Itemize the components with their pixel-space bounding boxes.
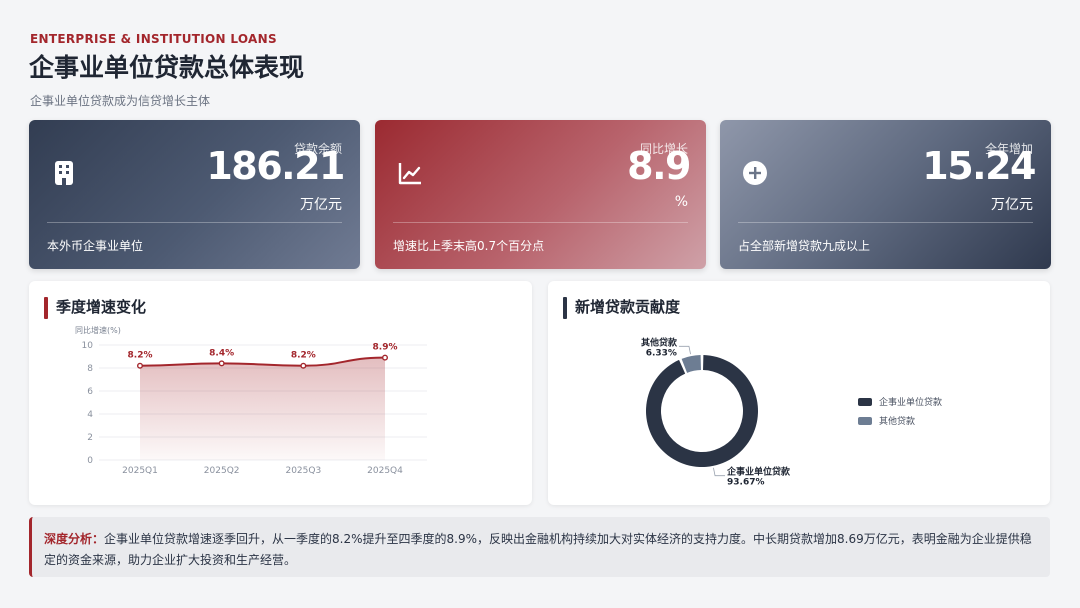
x-tick-label: 2025Q3 [285, 466, 321, 476]
data-point [382, 354, 389, 361]
plus-circle-icon [743, 161, 767, 185]
x-tick-label: 2025Q4 [367, 466, 403, 476]
x-tick-label: 2025Q1 [122, 466, 158, 476]
legend-label: 企事业单位贷款 [879, 398, 943, 408]
leader-line [678, 345, 691, 355]
data-point [218, 360, 225, 367]
line-chart-icon [398, 163, 421, 185]
y-tick-label: 2 [87, 433, 93, 443]
analysis-lead: 深度分析： [44, 532, 105, 546]
card-divider [393, 222, 688, 223]
building-icon [55, 161, 73, 185]
x-tick-label: 2025Q2 [204, 466, 240, 476]
data-point [300, 362, 307, 369]
data-label: 8.2% [128, 351, 153, 361]
y-axis-label: 同比增速(%) [75, 325, 121, 335]
y-tick-label: 6 [87, 387, 93, 397]
slice-value-label: 6.33% [646, 348, 677, 358]
kpi-value: 8.9 [627, 144, 691, 188]
donut-slice [646, 355, 758, 468]
analysis-box: 深度分析：企事业单位贷款增速逐季回升，从一季度的8.2%提升至四季度的8.9%，… [29, 517, 1050, 577]
donut-slice [681, 355, 701, 373]
data-label: 8.4% [209, 348, 234, 358]
kpi-card-yoy-growth: 同比增长 8.9 % 增速比上季末高0.7个百分点 [375, 120, 706, 269]
card-divider [738, 222, 1033, 223]
section-eyebrow: ENTERPRISE & INSTITUTION LOANS [30, 32, 277, 46]
slice-name-label: 其他贷款 [641, 336, 678, 348]
kpi-note: 增速比上季末高0.7个百分点 [393, 239, 545, 253]
y-tick-label: 8 [87, 364, 93, 374]
y-tick-label: 10 [82, 341, 94, 351]
legend-swatch [858, 397, 872, 406]
leader-line [713, 467, 726, 477]
y-tick-label: 0 [87, 456, 93, 466]
quarterly-growth-panel: 季度增速变化 0 2 4 6 8 10 8.2% 2025Q1 8.4% 2025Q2 8.2% 2… [29, 281, 532, 505]
loan-contribution-panel: 新增贷款贡献度 企事业单位贷款 93.67% 其他贷款 6.33% 企事业单位贷款 其… [548, 281, 1050, 505]
loan-share-donut-chart: 企事业单位贷款93.67% 其他贷款6.33% [641, 336, 791, 488]
legend-item-other-loans: 其他贷款 [858, 414, 915, 427]
legend-item-enterprise-loans: 企事业单位贷款 [858, 395, 942, 408]
kpi-card-annual-increase: 全年增加 15.24 万亿元 占全部新增贷款九成以上 [720, 120, 1051, 269]
kpi-unit: 万亿元 [991, 197, 1033, 213]
kpi-value: 15.24 [922, 144, 1036, 188]
y-tick-label: 4 [87, 410, 93, 420]
kpi-unit: 万亿元 [300, 197, 342, 213]
analysis-text: 企事业单位贷款增速逐季回升，从一季度的8.2%提升至四季度的8.9%，反映出金融… [44, 532, 1032, 567]
card-divider [47, 222, 342, 223]
data-label: 8.2% [291, 351, 316, 361]
growth-area-fill [140, 357, 385, 460]
legend-swatch [858, 416, 872, 425]
legend-label: 其他贷款 [879, 417, 916, 427]
slice-value-label: 93.67% [727, 478, 765, 488]
kpi-note: 本外币企事业单位 [47, 239, 144, 253]
data-label: 8.9% [373, 343, 398, 353]
data-point [136, 362, 143, 369]
page-title: 企事业单位贷款总体表现 [29, 53, 305, 82]
slice-name-label: 企事业单位贷款 [726, 466, 791, 478]
page-subtitle: 企事业单位贷款成为信贷增长主体 [30, 94, 211, 108]
kpi-unit: % [674, 194, 688, 210]
kpi-value: 186.21 [206, 144, 345, 188]
kpi-card-loan-balance: 贷款余额 186.21 万亿元 本外币企事业单位 [29, 120, 360, 269]
kpi-note: 占全部新增贷款九成以上 [738, 239, 871, 253]
quarterly-growth-chart: 0 2 4 6 8 10 8.2% 2025Q1 8.4% 2025Q2 8.2% 2025Q3 8.… [75, 325, 427, 476]
